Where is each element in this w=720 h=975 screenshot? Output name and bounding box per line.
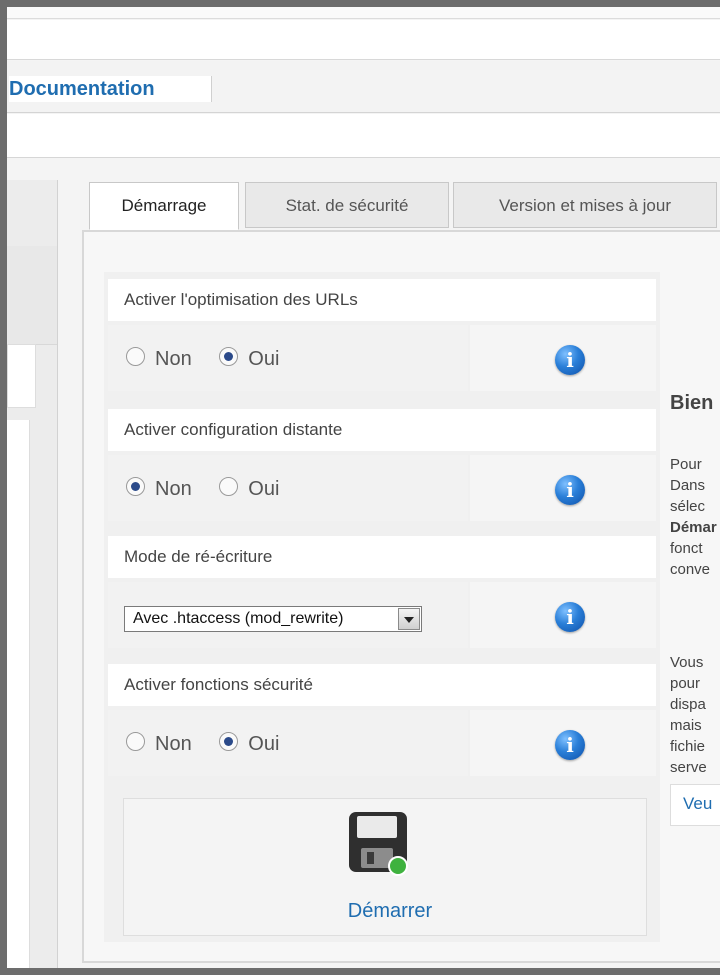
start-button[interactable]: Démarrer	[325, 810, 455, 928]
welcome-text-line: Dans	[670, 477, 706, 494]
info-icon[interactable]: i	[555, 602, 585, 632]
radio-non[interactable]	[126, 347, 145, 367]
option-row-remote-config: Non Oui i	[108, 455, 656, 521]
radio-group-remote-config: Non Oui	[126, 473, 301, 503]
floppy-disk-icon	[349, 812, 408, 876]
option-title-remote-config: Activer configuration distante	[108, 409, 656, 451]
welcome-link[interactable]: Veu	[683, 794, 720, 814]
radio-oui[interactable]	[219, 347, 239, 367]
radio-label-oui: Oui	[248, 477, 280, 500]
top-bar	[0, 7, 720, 19]
welcome-text-line: Démar	[670, 519, 717, 536]
chevron-down-icon[interactable]	[398, 608, 420, 630]
left-sidebar-list	[7, 420, 30, 975]
radio-group-security-functions: Non Oui	[126, 728, 301, 758]
welcome-text-line: pour	[670, 675, 701, 692]
radio-non[interactable]	[126, 732, 145, 752]
rewrite-mode-value: Avec .htaccess (mod_rewrite)	[133, 610, 344, 627]
toolbar-bar	[0, 114, 720, 158]
welcome-text-line: fichie	[670, 738, 706, 755]
radio-non[interactable]	[126, 477, 145, 497]
option-title-security-functions: Activer fonctions sécurité	[108, 664, 656, 706]
welcome-text-line: conve	[670, 561, 711, 578]
welcome-text-line: dispa	[670, 696, 706, 713]
option-title-url-optimisation: Activer l'optimisation des URLs	[108, 279, 656, 321]
left-sidebar-block	[7, 246, 57, 345]
welcome-text-line: Pour	[670, 456, 702, 473]
header-bar	[0, 20, 720, 60]
welcome-text-line: sélec	[670, 498, 706, 515]
radio-label-oui: Oui	[248, 732, 280, 755]
tab-version-mises-a-jour[interactable]: Version et mises à jour	[453, 182, 717, 228]
option-title-rewrite-mode: Mode de ré-écriture	[108, 536, 656, 578]
radio-label-non: Non	[155, 732, 192, 755]
radio-oui[interactable]	[219, 477, 239, 497]
start-button-label: Démarrer	[347, 900, 433, 922]
left-sidebar-box	[7, 344, 36, 408]
option-row-security-functions: Non Oui i	[108, 710, 656, 776]
nav-documentation-link[interactable]: Documentation	[9, 76, 212, 102]
tab-stat-securite[interactable]: Stat. de sécurité	[245, 182, 449, 228]
welcome-text-line: fonct	[670, 540, 703, 557]
radio-label-non: Non	[155, 347, 192, 370]
radio-label-non: Non	[155, 477, 192, 500]
radio-group-url-optimisation: Non Oui	[126, 343, 301, 373]
radio-oui[interactable]	[219, 732, 239, 752]
tab-demarrage[interactable]: Démarrage	[89, 182, 239, 230]
welcome-text-line: serve	[670, 759, 707, 776]
welcome-text-line: Vous	[670, 654, 704, 671]
radio-label-oui: Oui	[248, 347, 280, 370]
welcome-title: Bien	[670, 392, 714, 414]
option-row-url-optimisation: Non Oui i	[108, 325, 656, 391]
info-icon[interactable]: i	[555, 730, 585, 760]
welcome-text-line: mais	[670, 717, 702, 734]
rewrite-mode-select[interactable]: Avec .htaccess (mod_rewrite)	[124, 606, 422, 632]
info-icon[interactable]: i	[555, 475, 585, 505]
info-icon[interactable]: i	[555, 345, 585, 375]
option-row-rewrite-mode: Avec .htaccess (mod_rewrite) i	[108, 582, 656, 648]
